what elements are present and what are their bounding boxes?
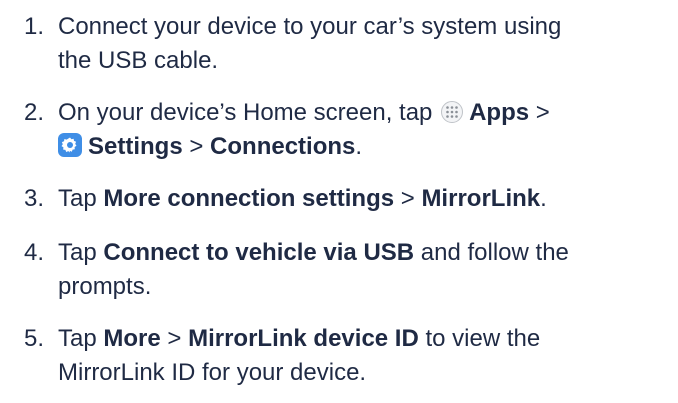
apps-label: Apps xyxy=(469,99,530,126)
separator: > xyxy=(529,99,550,126)
step-number: 2. xyxy=(24,99,45,126)
settings-label: Settings xyxy=(88,133,183,160)
step-text-line: On your device’s Home screen, tap Apps > xyxy=(58,96,668,130)
step-text: Tap xyxy=(58,185,104,212)
step-text-line: Connect your device to your car’s system… xyxy=(58,10,668,44)
settings-gear-icon xyxy=(58,133,82,157)
step-text-line: the USB cable. xyxy=(58,44,668,78)
step-number: 1. xyxy=(24,13,45,40)
step-text-line: prompts. xyxy=(58,270,668,304)
step-text: Tap xyxy=(58,325,104,352)
step-number: 4. xyxy=(24,239,45,266)
separator: > xyxy=(160,325,189,352)
separator: > xyxy=(182,133,211,160)
connect-to-vehicle-label: Connect to vehicle via USB xyxy=(103,239,415,266)
step-text: to view the xyxy=(418,325,541,352)
mirrorlink-device-id-label: MirrorLink device ID xyxy=(188,325,419,352)
step-text: Connect your device to your car’s system… xyxy=(58,13,562,40)
mirrorlink-label: MirrorLink xyxy=(421,185,541,212)
step-text: prompts. xyxy=(58,273,152,300)
apps-icon xyxy=(441,101,464,123)
step-text: MirrorLink ID for your device. xyxy=(58,359,367,386)
step-text-line: Tap Connect to vehicle via USB and follo… xyxy=(58,236,668,270)
step-number: 5. xyxy=(24,325,45,352)
period: . xyxy=(355,133,363,160)
period: . xyxy=(540,185,547,212)
instruction-list: 1. Connect your device to your car’s sys… xyxy=(0,0,678,403)
step-text-line: Tap More > MirrorLink device ID to view … xyxy=(58,322,668,356)
step-text-line: Tap More connection settings > MirrorLin… xyxy=(58,182,668,216)
step-text: On your device’s Home screen, tap xyxy=(58,99,440,126)
connections-label: Connections xyxy=(210,133,356,160)
more-label: More xyxy=(103,325,161,352)
step-text: Tap xyxy=(58,239,104,266)
step-text: the USB cable. xyxy=(58,47,219,74)
more-connection-settings-label: More connection settings xyxy=(103,185,395,212)
step-text-line: MirrorLink ID for your device. xyxy=(58,356,668,390)
step-text: and follow the xyxy=(414,239,569,266)
separator: > xyxy=(394,185,422,212)
step-text-line: Settings > Connections. xyxy=(58,130,668,164)
step-number: 3. xyxy=(24,185,45,212)
